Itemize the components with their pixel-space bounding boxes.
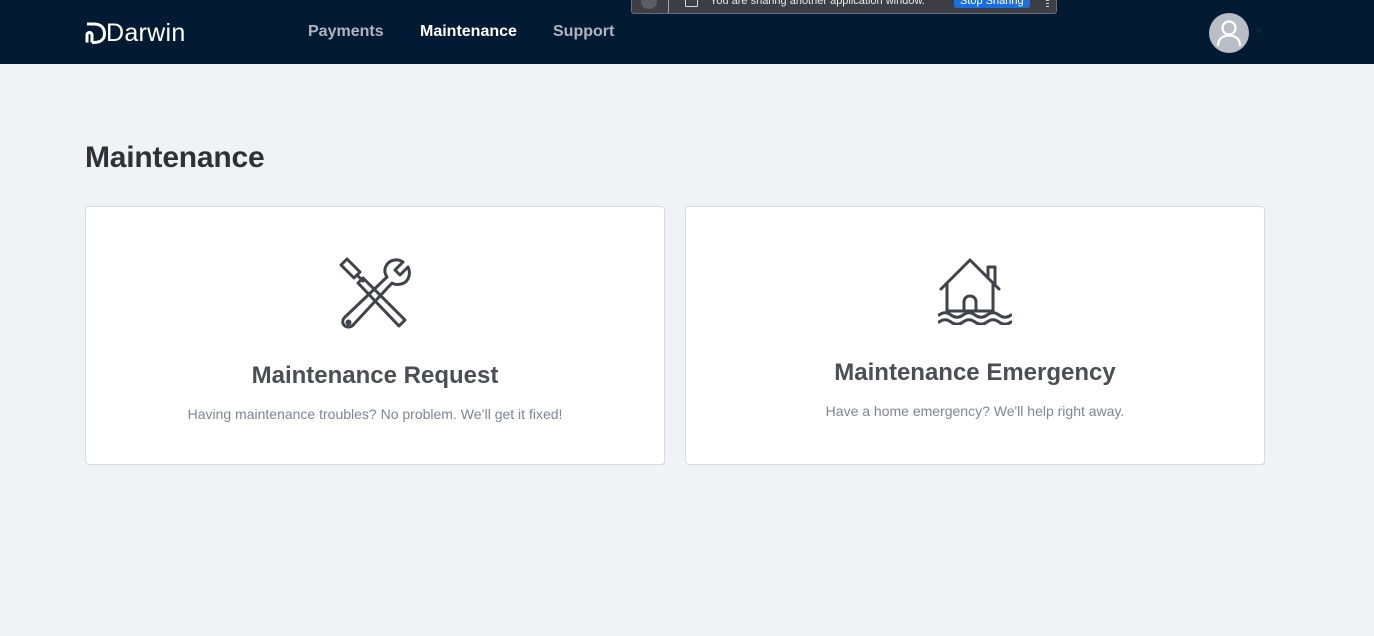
house-flood-icon <box>686 257 1264 325</box>
nav-link-maintenance[interactable]: Maintenance <box>420 22 517 42</box>
darwin-logo-mark <box>85 22 107 44</box>
card-description: Have a home emergency? We'll help right … <box>825 403 1125 419</box>
share-message: You are sharing another application wind… <box>710 0 925 7</box>
card-title: Maintenance Request <box>251 362 499 389</box>
nav-link-support[interactable]: Support <box>553 22 614 42</box>
card-title: Maintenance Emergency <box>834 359 1116 386</box>
card-description: Having maintenance troubles? No problem.… <box>187 406 563 422</box>
maintenance-request-card[interactable]: Maintenance Request Having maintenance t… <box>85 206 665 465</box>
avatar-caret-icon[interactable] <box>1255 29 1263 34</box>
share-divider <box>668 0 669 13</box>
tools-icon <box>86 257 664 329</box>
user-silhouette-icon <box>1216 20 1242 47</box>
screen-share-banner: You are sharing another application wind… <box>631 0 1057 14</box>
logo-text: Darwin <box>106 19 186 47</box>
stop-sharing-button[interactable]: Stop Sharing <box>954 0 1030 8</box>
maintenance-emergency-card[interactable]: Maintenance Emergency Have a home emerge… <box>685 206 1265 465</box>
share-status-icon <box>641 0 657 9</box>
user-avatar[interactable] <box>1209 13 1249 53</box>
window-icon <box>685 0 698 7</box>
page-title: Maintenance <box>85 141 265 174</box>
nav-link-payments[interactable]: Payments <box>308 22 384 42</box>
drag-handle-icon[interactable] <box>1046 0 1049 9</box>
darwin-logo[interactable]: Darwin <box>85 19 186 47</box>
